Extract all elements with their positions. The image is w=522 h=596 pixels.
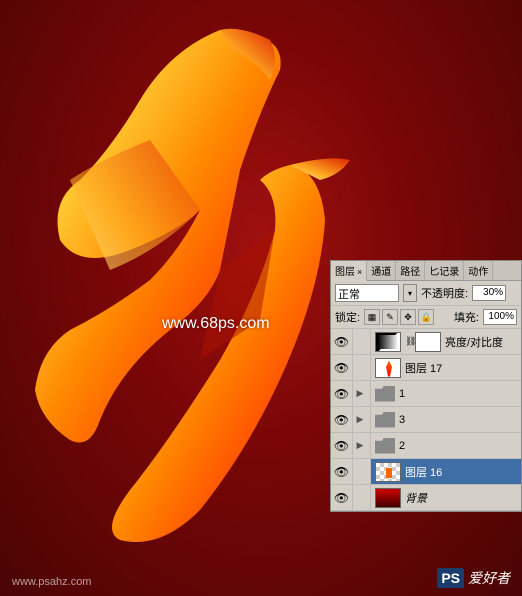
layer-thumb xyxy=(375,358,401,378)
layer-name: 图层 17 xyxy=(405,360,442,376)
layer-thumb xyxy=(375,462,401,482)
layer-name: 1 xyxy=(399,388,405,400)
chevron-right-icon[interactable]: ▶ xyxy=(357,388,364,399)
lock-label: 锁定: xyxy=(335,309,360,325)
tab-history[interactable]: 匕记录 xyxy=(425,261,464,280)
tab-channels[interactable]: 通道 xyxy=(367,261,396,280)
layer-row-17[interactable]: 👁 图层 17 xyxy=(331,355,521,381)
eye-icon[interactable]: 👁 xyxy=(334,439,349,453)
fill-field[interactable]: 100% xyxy=(483,309,517,325)
close-icon[interactable]: × xyxy=(357,267,362,277)
tab-layers[interactable]: 图层× xyxy=(331,261,367,281)
folder-icon xyxy=(375,412,395,428)
eye-icon[interactable]: 👁 xyxy=(334,465,349,479)
layer-name: 背景 xyxy=(405,490,427,506)
watermark-bottom-text: 爱好者 xyxy=(468,568,510,588)
eye-icon[interactable]: 👁 xyxy=(334,491,349,505)
opacity-field[interactable]: 30% xyxy=(472,285,506,301)
link-col[interactable] xyxy=(353,355,371,380)
layers-list: 👁 ⛓ 亮度/对比度 👁 图层 17 👁 ▶ 1 👁 ▶ xyxy=(331,329,521,511)
lock-position-icon[interactable]: ✥ xyxy=(400,309,416,325)
layer-row-folder-2[interactable]: 👁 ▶ 2 xyxy=(331,433,521,459)
link-icon: ⛓ xyxy=(405,336,415,347)
watermark-bottom: PS 爱好者 xyxy=(437,568,510,588)
folder-icon xyxy=(375,386,395,402)
link-col[interactable]: ▶ xyxy=(353,433,371,458)
layer-thumb xyxy=(375,488,401,508)
watermark-url: www.68ps.com xyxy=(162,315,270,333)
link-col[interactable]: ▶ xyxy=(353,407,371,432)
mask-thumb xyxy=(415,332,441,352)
artwork-51 xyxy=(20,20,380,560)
layer-row-background[interactable]: 👁 背景 xyxy=(331,485,521,511)
layer-row-folder-1[interactable]: 👁 ▶ 1 xyxy=(331,381,521,407)
layer-row-16[interactable]: 👁 图层 16 xyxy=(331,459,521,485)
tab-actions[interactable]: 动作 xyxy=(464,261,493,280)
ps-logo: PS xyxy=(437,568,464,588)
link-col[interactable]: ▶ xyxy=(353,381,371,406)
layer-name: 3 xyxy=(399,414,405,426)
eye-icon[interactable]: 👁 xyxy=(334,335,349,349)
folder-icon xyxy=(375,438,395,454)
layers-panel: 图层× 通道 路径 匕记录 动作 正常 ▾ 不透明度: 30% 锁定: ▦ ✎ … xyxy=(330,260,522,512)
layer-row-folder-3[interactable]: 👁 ▶ 3 xyxy=(331,407,521,433)
lock-transparent-icon[interactable]: ▦ xyxy=(364,309,380,325)
eye-icon[interactable]: 👁 xyxy=(334,413,349,427)
lock-all-icon[interactable]: 🔒 xyxy=(418,309,434,325)
eye-icon[interactable]: 👁 xyxy=(334,387,349,401)
adjustment-thumb xyxy=(375,332,401,352)
lock-fill-row: 锁定: ▦ ✎ ✥ 🔒 填充: 100% xyxy=(331,306,521,329)
chevron-right-icon[interactable]: ▶ xyxy=(357,440,364,451)
panel-tabs: 图层× 通道 路径 匕记录 动作 xyxy=(331,261,521,281)
eye-icon[interactable]: 👁 xyxy=(334,361,349,375)
fill-label: 填充: xyxy=(454,309,479,325)
blend-opacity-row: 正常 ▾ 不透明度: 30% xyxy=(331,281,521,306)
blend-mode-select[interactable]: 正常 xyxy=(335,284,399,302)
layer-name: 图层 16 xyxy=(405,464,442,480)
tab-paths[interactable]: 路径 xyxy=(396,261,425,280)
layer-row-adjustment[interactable]: 👁 ⛓ 亮度/对比度 xyxy=(331,329,521,355)
layer-name: 2 xyxy=(399,440,405,452)
canvas: www.68ps.com 图层× 通道 路径 匕记录 动作 正常 ▾ 不透明度:… xyxy=(0,0,522,596)
link-col[interactable] xyxy=(353,485,371,510)
blend-dropdown-icon[interactable]: ▾ xyxy=(403,284,417,302)
lock-paint-icon[interactable]: ✎ xyxy=(382,309,398,325)
link-col[interactable] xyxy=(353,329,371,354)
link-col[interactable] xyxy=(353,459,371,484)
opacity-label: 不透明度: xyxy=(421,285,468,301)
layer-name: 亮度/对比度 xyxy=(445,334,503,350)
watermark-bottom-url: www.psahz.com xyxy=(12,576,91,588)
chevron-right-icon[interactable]: ▶ xyxy=(357,414,364,425)
